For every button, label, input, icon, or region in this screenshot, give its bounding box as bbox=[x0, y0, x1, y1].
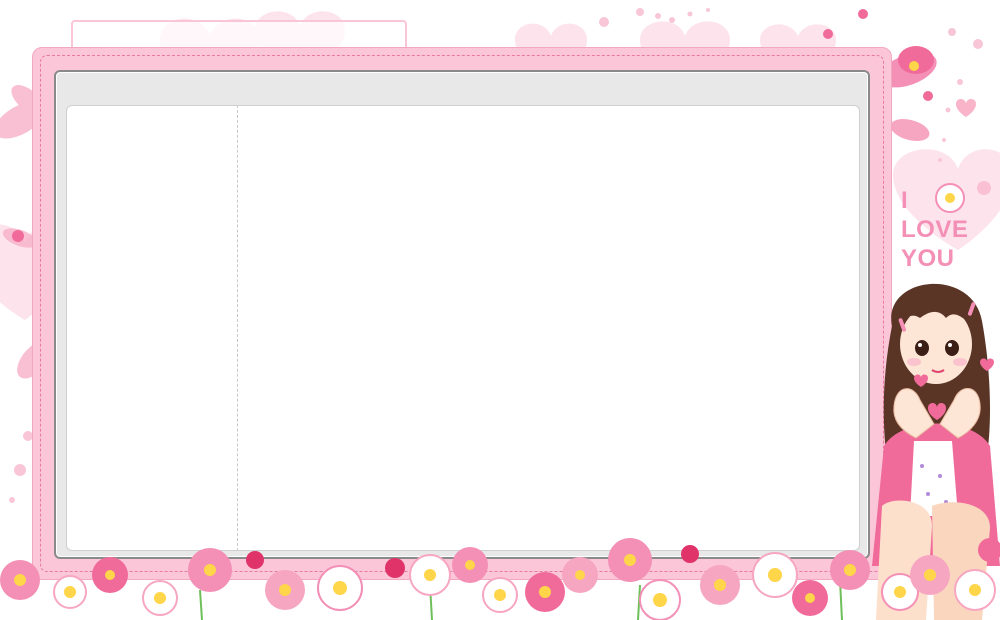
flower-icon bbox=[0, 560, 40, 600]
love-text: I LOVE YOU bbox=[901, 186, 991, 273]
flower-border bbox=[0, 538, 1000, 620]
love-text-line: I bbox=[901, 187, 909, 214]
heart-icon bbox=[956, 98, 976, 117]
left-page bbox=[66, 105, 237, 551]
flower-icon bbox=[12, 230, 24, 242]
love-text-line: LOVE bbox=[901, 216, 969, 243]
right-page bbox=[237, 105, 860, 551]
